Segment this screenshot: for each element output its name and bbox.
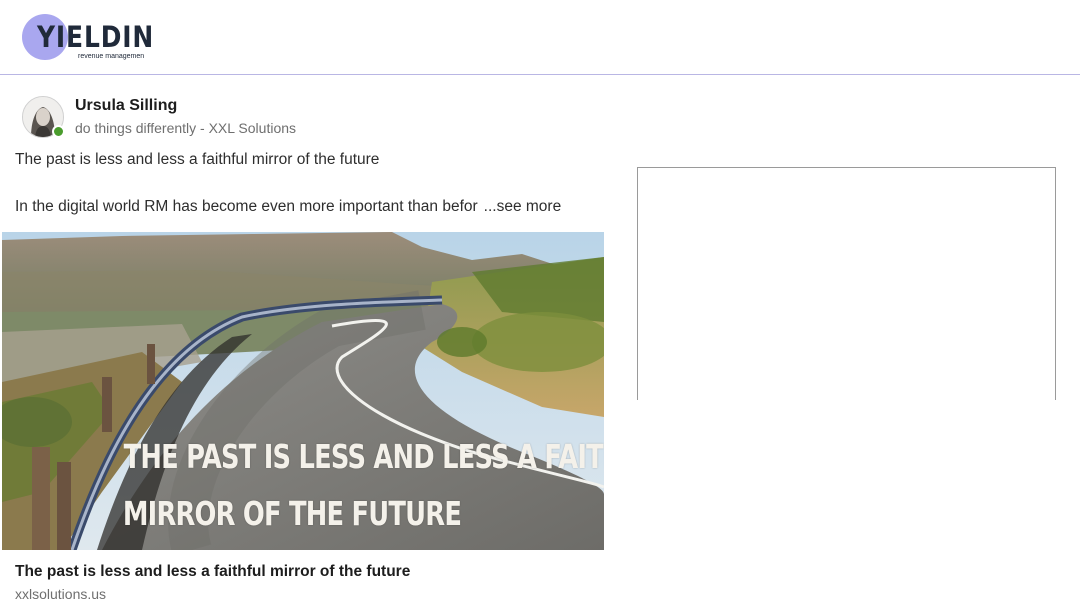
image-overlay-line2: MIRROR OF THE FUTURE [122,494,462,533]
side-panel-frame [637,167,1056,400]
link-preview-title[interactable]: The past is less and less a faithful mir… [15,563,410,581]
logo-text: YIELDIN [37,20,155,54]
post-text-truncated: In the digital world RM has become even … [15,198,478,215]
see-more-link[interactable]: ...see more [484,198,562,215]
image-overlay-line1: THE PAST IS LESS AND LESS A FAITHFUL [123,437,604,476]
author-headline: do things differently - XXL Solutions [75,120,297,136]
yieldin-logo[interactable]: YIELDIN revenue managemen [22,14,155,64]
top-bar: YIELDIN revenue managemen [0,0,1080,75]
post-image[interactable]: THE PAST IS LESS AND LESS A FAITHFUL MIR… [2,232,604,550]
author-name[interactable]: Ursula Silling [75,97,177,115]
post-text-line2: In the digital world RM has become even … [15,198,561,216]
post-text-line1: The past is less and less a faithful mir… [15,151,380,168]
logo-subtitle: revenue managemen [78,53,145,60]
online-status-indicator [52,125,65,138]
link-preview-domain: xxlsolutions.us [15,586,107,602]
